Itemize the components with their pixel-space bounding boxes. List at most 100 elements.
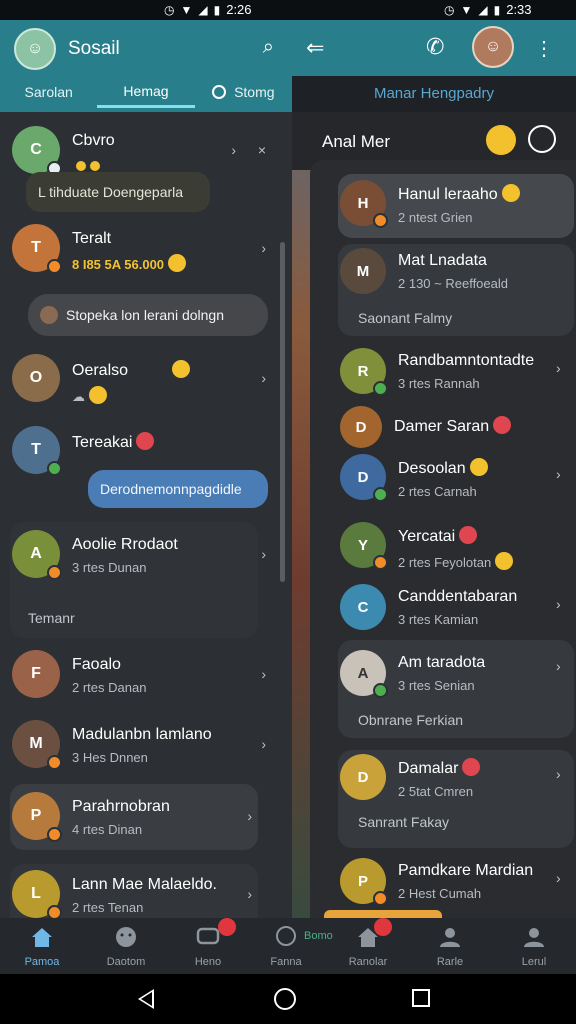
chevron-right-icon[interactable]: › <box>261 666 266 682</box>
chat-name: Aoolie Rrodaot <box>72 536 178 553</box>
emoji-icon <box>76 161 86 171</box>
phone-icon[interactable]: ✆ <box>426 34 444 60</box>
nav-item-heno[interactable]: Heno <box>172 918 244 974</box>
tab-sarolan[interactable]: Sarolan <box>0 84 97 106</box>
search-icon[interactable]: ⌕ <box>263 36 274 59</box>
chevron-right-icon[interactable]: › <box>556 596 561 612</box>
contact-item[interactable]: D Desoolan 2 rtes Carnah <box>340 454 570 502</box>
contact-name-text: Damalar <box>398 760 459 777</box>
contact-item[interactable]: R Randbamntontadte 3 rtes Rannah <box>340 348 570 396</box>
nav-item-lerul[interactable]: Lerul <box>498 918 570 974</box>
chat-item[interactable]: T Teralt 8 I85 5A 56.000 › <box>12 224 274 274</box>
avatar-initial: P <box>30 807 42 824</box>
chevron-right-icon[interactable]: › <box>261 240 266 256</box>
avatar: O <box>12 354 60 402</box>
nav-extra-label: Bomo <box>304 930 333 942</box>
chat-preview: 2 rtes Danan <box>72 680 147 695</box>
alarm-icon: ◷ <box>444 2 455 17</box>
avatar: L <box>12 870 62 918</box>
signal-icon: ◢ <box>198 2 208 17</box>
notification-badge <box>374 918 392 936</box>
contact-item[interactable]: C Canddentabaran 3 rtes Kamian <box>340 584 570 630</box>
avatar: D <box>340 454 388 502</box>
contact-item[interactable]: D Damer Saran <box>340 406 570 448</box>
contact-item[interactable]: M Mat Lnadata 2 130 ~ Reeffoeald <box>340 248 570 294</box>
back-icon[interactable] <box>138 989 154 1009</box>
chat-item[interactable]: C Cbvro › × <box>12 126 274 176</box>
wifi-icon: ▼ <box>180 2 193 17</box>
recents-icon[interactable] <box>412 989 430 1007</box>
contact-name-text: Yercatai <box>398 528 456 545</box>
contact-item[interactable]: Y Yercatai 2 rtes Feyolotan <box>340 522 570 570</box>
contact-item[interactable]: A Am taradota 3 rtes Senian <box>340 650 570 698</box>
chevron-right-icon[interactable]: › <box>261 370 266 386</box>
back-arrow-icon[interactable]: ⇐ <box>306 35 324 61</box>
nav-label: Lerul <box>521 956 547 968</box>
chevron-right-icon[interactable]: › <box>556 658 561 674</box>
chevron-right-icon[interactable]: › <box>556 870 561 886</box>
chat-item[interactable]: P Parahrnobran 4 rtes Dinan › <box>12 792 274 842</box>
emoji-icon <box>172 360 191 378</box>
chevron-right-icon[interactable]: › <box>261 546 266 562</box>
emoji-button-icon[interactable] <box>486 125 516 155</box>
status-bar: ◷ ▼ ◢ ▮ 2:26 ◷ ▼ ◢ ▮ 2:33 <box>0 0 576 20</box>
avatar: M <box>340 248 386 294</box>
profile-avatar[interactable]: ☺ <box>14 28 56 70</box>
chevron-right-icon[interactable]: › <box>261 736 266 752</box>
contact-name: Canddentabaran <box>398 588 518 605</box>
close-icon[interactable]: × <box>258 142 266 158</box>
nav-item-rarle[interactable]: Rarle <box>414 918 486 974</box>
nav-item-daotom[interactable]: Daotom <box>90 918 162 974</box>
chat-icon <box>196 927 220 945</box>
chat-item[interactable]: M Madulanbn lamlano 3 Hes Dnnen › <box>12 720 274 770</box>
chat-item[interactable]: F Faoalo 2 rtes Danan › <box>12 650 274 698</box>
contact-avatar[interactable]: ☺ <box>472 26 514 68</box>
contact-status: 3 rtes Rannah <box>398 376 480 391</box>
contact-panel: H Hanul leraaho 2 ntest Grien M Mat Lnada… <box>310 160 576 918</box>
avatar-initial: Y <box>357 536 368 554</box>
contact-item[interactable]: H Hanul leraaho 2 ntest Grien <box>340 180 570 228</box>
chevron-right-icon[interactable]: › <box>556 360 561 376</box>
tab-hemag[interactable]: Hemag <box>97 83 195 108</box>
status-badge <box>373 683 388 698</box>
chat-name: Faoalo <box>72 656 121 673</box>
chevron-right-icon[interactable]: › <box>556 766 561 782</box>
tab-label: Stomg <box>234 84 275 100</box>
clock-icon[interactable] <box>528 125 556 153</box>
contact-item[interactable]: D Damalar 2 5tat Cmren <box>340 754 570 800</box>
nav-item-fanna[interactable]: Fanna Bomo <box>250 918 333 974</box>
status-badge <box>47 827 62 842</box>
contact-item[interactable]: P Pamdkare Mardian 2 Hest Cumah <box>340 858 570 906</box>
chat-item[interactable]: A Aoolie Rrodaot 3 rtes Dunan › <box>12 530 274 580</box>
avatar-initial: R <box>357 362 369 380</box>
contact-name-text: Desoolan <box>398 460 466 477</box>
contact-status: 3 rtes Senian <box>398 678 475 693</box>
chevron-right-icon[interactable]: › <box>556 466 561 482</box>
emoji-row: ☁ <box>72 386 274 405</box>
chat-item[interactable]: L Lann Mae Malaeldo. 2 rtes Tenan › <box>12 870 274 918</box>
avatar: A <box>12 530 62 580</box>
avatar: T <box>12 224 62 274</box>
tab-stomg[interactable]: Stomg <box>195 84 292 106</box>
chevron-right-icon[interactable]: › <box>247 886 252 902</box>
chat-name: Lann Mae Malaeldo. <box>72 876 217 893</box>
system-navigation <box>0 974 576 1024</box>
nav-item-ranolar[interactable]: Ranolar <box>332 918 404 974</box>
system-message: Stopeka lon lerani dolngn <box>28 294 268 336</box>
chevron-right-icon[interactable]: › <box>247 808 252 824</box>
emoji-icon <box>459 526 478 544</box>
home-button-icon[interactable] <box>274 988 296 1010</box>
chat-item[interactable]: O Oeralso ☁ › <box>12 354 274 405</box>
more-vert-icon[interactable]: ⋮ <box>534 36 554 61</box>
chat-item[interactable]: T Tereakai <box>12 426 274 476</box>
action-pill[interactable] <box>324 910 442 918</box>
nav-item-pamoa[interactable]: Pamoa <box>6 918 78 974</box>
avatar: M <box>12 720 62 770</box>
battery-icon: ▮ <box>213 2 221 17</box>
scrollbar[interactable] <box>280 242 285 582</box>
status-badge <box>373 891 388 906</box>
avatar-initial: D <box>355 418 367 436</box>
contact-status: 3 rtes Kamian <box>398 612 479 627</box>
emoji-icon <box>493 416 512 434</box>
chevron-right-icon[interactable]: › <box>231 142 236 158</box>
